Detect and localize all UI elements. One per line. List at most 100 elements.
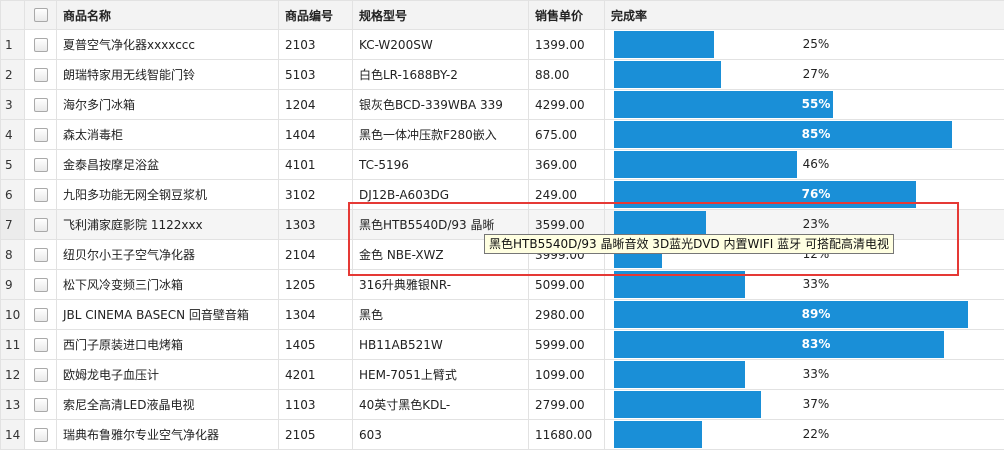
spec-tooltip: 黑色HTB5540D/93 晶晰音效 3D蓝光DVD 内置WIFI 蓝牙 可搭配… <box>484 234 894 254</box>
cell-unit-price: 2980.00 <box>528 299 605 330</box>
cell-completion: 76% <box>604 179 1004 210</box>
cell-spec-model: DJ12B-A603DG <box>352 179 529 210</box>
cell-product-name: 索尼全高清LED液晶电视 <box>56 389 279 420</box>
cell-completion: 27% <box>604 59 1004 90</box>
row-number: 6 <box>0 179 25 210</box>
completion-percent: 46% <box>802 157 830 171</box>
row-checkbox[interactable] <box>24 29 57 60</box>
cell-spec-model: HB11AB521W <box>352 329 529 360</box>
select-all-checkbox[interactable] <box>24 0 57 30</box>
table-row[interactable]: 2 朗瑞特家用无线智能门铃 5103 白色LR-1688BY-2 88.00 27% <box>0 59 1004 90</box>
cell-product-code: 4101 <box>278 149 353 180</box>
row-checkbox[interactable] <box>24 239 57 270</box>
row-checkbox[interactable] <box>24 89 57 120</box>
cell-unit-price: 675.00 <box>528 119 605 150</box>
row-number: 12 <box>0 359 25 390</box>
cell-unit-price: 249.00 <box>528 179 605 210</box>
completion-percent: 55% <box>801 97 831 111</box>
completion-percent: 89% <box>801 307 831 321</box>
table-row[interactable]: 11 西门子原装进口电烤箱 1405 HB11AB521W 5999.00 83% <box>0 329 1004 360</box>
cell-unit-price: 2799.00 <box>528 389 605 420</box>
table-row[interactable]: 12 欧姆龙电子血压计 4201 HEM-7051上臂式 1099.00 33% <box>0 359 1004 390</box>
row-number: 7 <box>0 209 25 240</box>
row-number: 10 <box>0 299 25 330</box>
cell-product-code: 1204 <box>278 89 353 120</box>
table-row[interactable]: 13 索尼全高清LED液晶电视 1103 40英寸黑色KDL- 2799.00 37% <box>0 389 1004 420</box>
cell-unit-price: 4299.00 <box>528 89 605 120</box>
cell-product-name: 西门子原装进口电烤箱 <box>56 329 279 360</box>
row-checkbox[interactable] <box>24 389 57 420</box>
cell-spec-model: KC-W200SW <box>352 29 529 60</box>
cell-completion: 22% <box>604 419 1004 450</box>
completion-percent: 37% <box>802 397 830 411</box>
cell-product-name: 海尔多门冰箱 <box>56 89 279 120</box>
row-number: 1 <box>0 29 25 60</box>
cell-completion: 89% <box>604 299 1004 330</box>
cell-completion: 33% <box>604 269 1004 300</box>
cell-product-name: 九阳多功能无网全钢豆浆机 <box>56 179 279 210</box>
cell-spec-model: 603 <box>352 419 529 450</box>
cell-product-name: 飞利浦家庭影院 1122xxx <box>56 209 279 240</box>
row-number: 5 <box>0 149 25 180</box>
row-checkbox[interactable] <box>24 269 57 300</box>
cell-product-code: 2105 <box>278 419 353 450</box>
completion-percent: 83% <box>801 337 831 351</box>
column-header-spec-model[interactable]: 规格型号 <box>352 0 529 30</box>
row-checkbox[interactable] <box>24 149 57 180</box>
product-grid: 商品名称 商品编号 规格型号 销售单价 完成率 1 夏普空气净化器xxxxccc 2… <box>0 0 1004 450</box>
table-row[interactable]: 14 瑞典布鲁雅尔专业空气净化器 2105 603 11680.00 22% <box>0 419 1004 450</box>
cell-unit-price: 1099.00 <box>528 359 605 390</box>
row-checkbox[interactable] <box>24 419 57 450</box>
table-row[interactable]: 3 海尔多门冰箱 1204 银灰色BCD-339WBA 339 4299.00 55% <box>0 89 1004 120</box>
cell-product-name: 金泰昌按摩足浴盆 <box>56 149 279 180</box>
cell-spec-model: 黑色 <box>352 299 529 330</box>
cell-completion: 83% <box>604 329 1004 360</box>
row-checkbox[interactable] <box>24 119 57 150</box>
row-number: 2 <box>0 59 25 90</box>
table-row[interactable]: 6 九阳多功能无网全钢豆浆机 3102 DJ12B-A603DG 249.00 76% <box>0 179 1004 210</box>
completion-percent: 85% <box>801 127 831 141</box>
column-header-product-code[interactable]: 商品编号 <box>278 0 353 30</box>
cell-product-code: 1103 <box>278 389 353 420</box>
row-checkbox[interactable] <box>24 179 57 210</box>
cell-product-name: JBL CINEMA BASECN 回音壁音箱 <box>56 299 279 330</box>
table-row[interactable]: 4 森太消毒柜 1404 黑色一体冲压款F280嵌入 675.00 85% <box>0 119 1004 150</box>
cell-product-name: 瑞典布鲁雅尔专业空气净化器 <box>56 419 279 450</box>
table-row[interactable]: 1 夏普空气净化器xxxxccc 2103 KC-W200SW 1399.00 25% <box>0 29 1004 60</box>
header-row: 商品名称 商品编号 规格型号 销售单价 完成率 <box>0 0 1004 30</box>
cell-completion: 46% <box>604 149 1004 180</box>
row-checkbox[interactable] <box>24 59 57 90</box>
completion-percent: 33% <box>802 277 830 291</box>
row-checkbox[interactable] <box>24 329 57 360</box>
cell-product-code: 2103 <box>278 29 353 60</box>
cell-unit-price: 11680.00 <box>528 419 605 450</box>
cell-completion: 55% <box>604 89 1004 120</box>
row-checkbox[interactable] <box>24 299 57 330</box>
column-header-completion[interactable]: 完成率 <box>604 0 1004 30</box>
table-row[interactable]: 5 金泰昌按摩足浴盆 4101 TC-5196 369.00 46% <box>0 149 1004 180</box>
cell-spec-model: 银灰色BCD-339WBA 339 <box>352 89 529 120</box>
row-checkbox[interactable] <box>24 209 57 240</box>
cell-product-name: 欧姆龙电子血压计 <box>56 359 279 390</box>
row-checkbox[interactable] <box>24 359 57 390</box>
cell-product-code: 1404 <box>278 119 353 150</box>
column-header-product-name[interactable]: 商品名称 <box>56 0 279 30</box>
table-row[interactable]: 10 JBL CINEMA BASECN 回音壁音箱 1304 黑色 2980.00 89… <box>0 299 1004 330</box>
cell-completion: 25% <box>604 29 1004 60</box>
row-number: 11 <box>0 329 25 360</box>
cell-product-name: 纽贝尔小王子空气净化器 <box>56 239 279 270</box>
table-row[interactable]: 9 松下风冷变频三门冰箱 1205 316升典雅银NR- 5099.00 33% <box>0 269 1004 300</box>
cell-product-code: 2104 <box>278 239 353 270</box>
column-header-unit-price[interactable]: 销售单价 <box>528 0 605 30</box>
cell-product-name: 夏普空气净化器xxxxccc <box>56 29 279 60</box>
row-number: 9 <box>0 269 25 300</box>
cell-spec-model: TC-5196 <box>352 149 529 180</box>
row-number: 3 <box>0 89 25 120</box>
cell-completion: 33% <box>604 359 1004 390</box>
cell-product-code: 4201 <box>278 359 353 390</box>
cell-completion: 37% <box>604 389 1004 420</box>
row-number: 8 <box>0 239 25 270</box>
row-number-header <box>0 0 25 30</box>
completion-percent: 22% <box>802 427 830 441</box>
row-number: 13 <box>0 389 25 420</box>
